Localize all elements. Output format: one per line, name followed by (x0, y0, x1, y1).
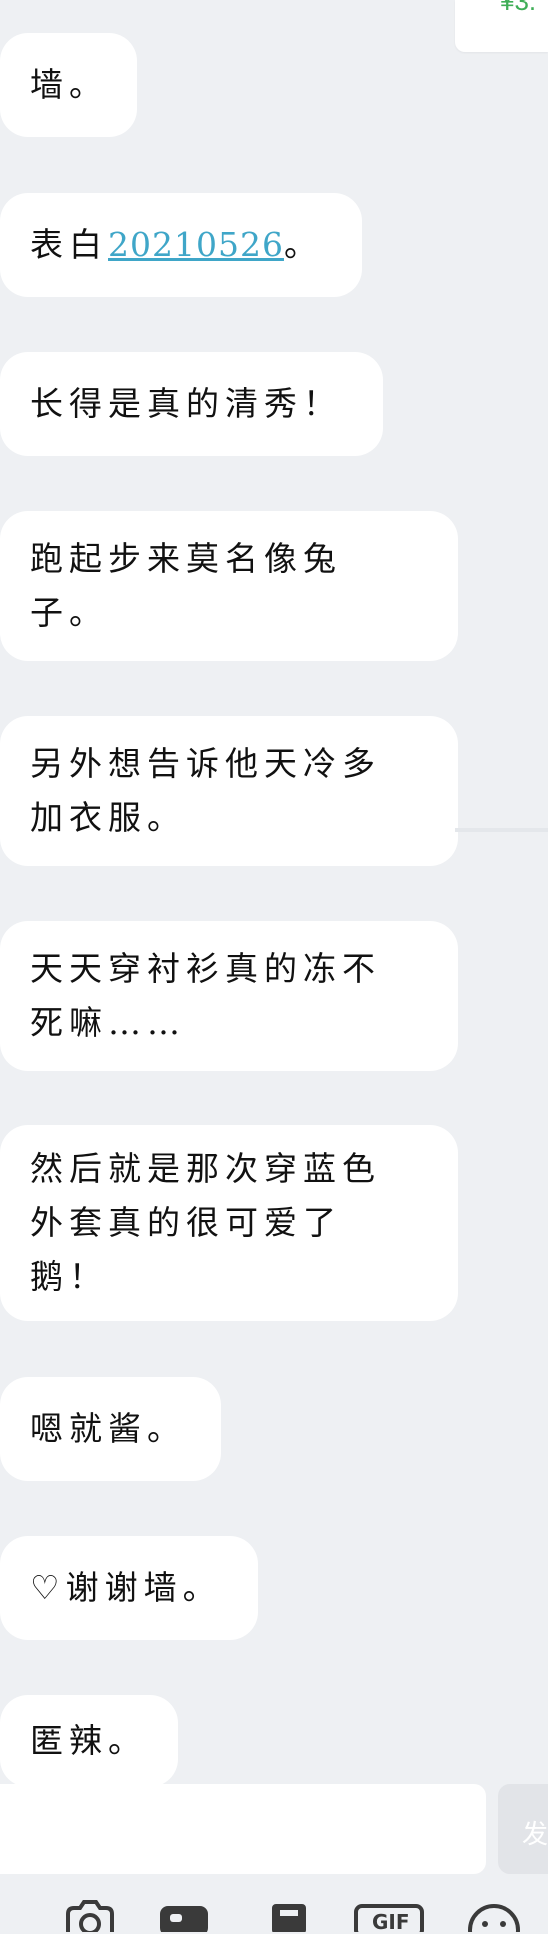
top-partial-card[interactable]: ¥3. (455, 0, 548, 52)
message-bubble[interactable]: 墙。 (0, 33, 137, 137)
gif-icon[interactable]: GIF (352, 1900, 428, 1934)
message-suffix: 。 (283, 225, 323, 264)
message-bubble[interactable]: 嗯就酱。 (0, 1377, 221, 1481)
message-bubble[interactable]: 然后就是那次穿蓝色外套真的很可爱了鹅！ (0, 1125, 458, 1321)
message-text: 嗯就酱。 (30, 1409, 186, 1448)
message-bubble[interactable]: 另外想告诉他天冷多加衣服。 (0, 716, 458, 866)
message-text: 长得是真的清秀！ (30, 384, 342, 423)
message-text: 跑起步来莫名像兔子。 (30, 539, 342, 632)
top-card-amount: ¥3. (500, 0, 537, 16)
image-icon[interactable] (156, 1900, 212, 1932)
message-text: 然后就是那次穿蓝色外套真的很可爱了鹅！ (30, 1149, 381, 1296)
message-bubble[interactable]: 跑起步来莫名像兔子。 (0, 511, 458, 661)
message-bubble[interactable]: 天天穿衬衫真的冻不死嘛…… (0, 921, 458, 1071)
message-bubble[interactable]: ♡谢谢墙。 (0, 1536, 258, 1640)
send-label: 发 (522, 1819, 548, 1849)
message-prefix: 表白 (30, 225, 108, 264)
date-link[interactable]: 20210526 (108, 225, 284, 264)
message-input[interactable] (0, 1784, 486, 1874)
video-icon[interactable] (262, 1900, 318, 1932)
message-text: 另外想告诉他天冷多加衣服。 (30, 744, 381, 837)
message-text: 表白20210526。 (30, 218, 342, 272)
send-button[interactable]: 发 (498, 1784, 548, 1874)
gif-label: GIF (372, 1910, 410, 1934)
emoji-icon[interactable] (466, 1900, 522, 1932)
message-bubble[interactable]: 匿辣。 (0, 1695, 178, 1787)
message-text: 匿辣。 (30, 1721, 147, 1760)
message-bubble[interactable]: 长得是真的清秀！ (0, 352, 383, 456)
divider (455, 828, 548, 832)
message-text: 墙。 (30, 65, 108, 104)
message-text: 天天穿衬衫真的冻不死嘛…… (30, 949, 381, 1042)
message-text: ♡谢谢墙。 (30, 1568, 222, 1607)
message-bubble[interactable]: 表白20210526。 (0, 193, 362, 297)
camera-icon[interactable] (62, 1900, 118, 1932)
composer-toolbar: GIF (0, 1900, 548, 1934)
